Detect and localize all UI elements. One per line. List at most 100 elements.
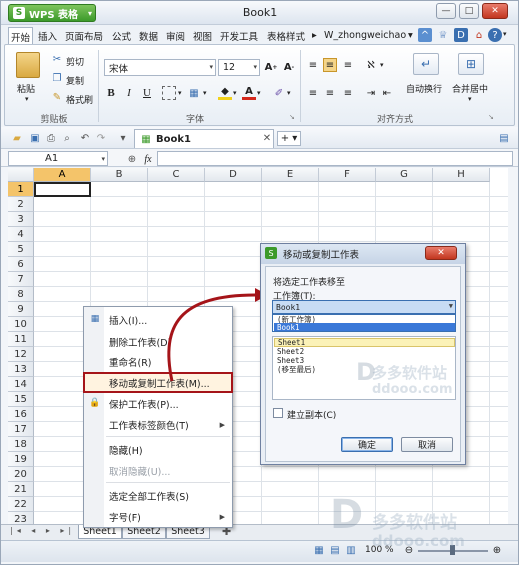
cut-button[interactable]: 剪切	[66, 55, 84, 68]
cancel-button[interactable]: 取消	[401, 437, 453, 452]
menu-item-hide[interactable]: 隐藏(H)	[85, 440, 231, 459]
row-header[interactable]: 2	[8, 197, 34, 212]
border-icon[interactable]	[162, 86, 176, 100]
wps-menu-button[interactable]: S WPS 表格 ▾	[8, 4, 96, 22]
help-dropdown-icon[interactable]: ▾	[503, 30, 507, 38]
border-dropdown-icon[interactable]: ▾	[178, 89, 182, 97]
tab-view[interactable]: 视图	[191, 27, 214, 44]
menu-item-font-size[interactable]: 字号(F) ▶	[85, 507, 231, 526]
row-header[interactable]: 7	[8, 272, 34, 287]
merge-center-button[interactable]: 合并居中	[452, 82, 488, 95]
user-name[interactable]: W_zhongweichao	[322, 27, 408, 44]
minimize-button[interactable]: —	[436, 3, 456, 19]
skin-icon[interactable]: ♕	[436, 28, 450, 42]
copy-button[interactable]: 复制	[66, 74, 84, 87]
wrap-text-button[interactable]: 自动换行	[406, 82, 442, 95]
user-dropdown-icon[interactable]: ▾	[406, 27, 415, 44]
list-item-sheet2[interactable]: Sheet2	[274, 347, 455, 356]
save-icon[interactable]: ▣	[28, 131, 42, 145]
scissors-icon[interactable]: ✂	[50, 52, 64, 66]
tab-developer[interactable]: 开发工具	[218, 27, 260, 44]
row-header[interactable]: 22	[8, 497, 34, 512]
tab-data[interactable]: 数据	[137, 27, 160, 44]
row-header[interactable]: 21	[8, 482, 34, 497]
more-tabs-icon[interactable]: ▸	[310, 27, 319, 44]
customize-quickbar-icon[interactable]: ▾	[116, 131, 130, 145]
cloud-icon[interactable]: D	[454, 28, 468, 42]
format-painter-button[interactable]: 格式刷	[66, 93, 93, 106]
format-painter-icon[interactable]: ✎	[50, 90, 64, 104]
align-center-icon[interactable]: ≡	[323, 86, 337, 100]
row-header[interactable]: 9	[8, 302, 34, 317]
align-left-icon[interactable]: ≡	[306, 86, 320, 100]
grow-font-icon[interactable]: A +	[264, 60, 278, 74]
tab-home[interactable]: 开始	[8, 27, 34, 45]
help-icon[interactable]: ?	[488, 28, 502, 42]
row-header[interactable]: 13	[8, 362, 34, 377]
sheet-nav-icon[interactable]: |◂ ◂ ▸ ▸|	[10, 526, 75, 535]
tab-insert[interactable]: 插入	[36, 27, 59, 44]
dialog-close-button[interactable]: ✕	[425, 246, 457, 260]
document-tab[interactable]: ▦ Book1	[134, 129, 274, 148]
page-break-icon[interactable]: ▥	[344, 543, 358, 557]
dropdown-option-book1[interactable]: Book1	[274, 323, 455, 332]
dialog-launcher-icon[interactable]: ↘	[289, 113, 295, 121]
outdent-icon[interactable]: ⇤	[380, 86, 394, 100]
dropdown-option-new-workbook[interactable]: (新工作簿)	[274, 315, 455, 324]
fill-dropdown-icon[interactable]: ▾	[233, 89, 237, 97]
column-header[interactable]: C	[148, 168, 205, 182]
menu-item-protect[interactable]: 🔒 保护工作表(P)...	[85, 394, 231, 413]
font-color-icon[interactable]: A	[242, 86, 256, 100]
direction-dropdown-icon[interactable]: ▾	[380, 61, 384, 69]
print-preview-icon[interactable]: ⌕	[60, 131, 74, 145]
row-header[interactable]: 18	[8, 437, 34, 452]
page-view-icon[interactable]: ▤	[328, 543, 342, 557]
collapse-ribbon-icon[interactable]: ^	[418, 28, 432, 42]
text-direction-icon[interactable]: ℵ	[364, 58, 378, 72]
tab-review[interactable]: 审阅	[164, 27, 187, 44]
menu-item-tab-color[interactable]: 工作表标签颜色(T) ▶	[85, 415, 231, 434]
row-header[interactable]: 16	[8, 407, 34, 422]
copy-icon[interactable]: ❐	[50, 71, 64, 85]
maximize-button[interactable]: □	[459, 3, 479, 19]
row-header[interactable]: 1	[8, 182, 34, 197]
active-cell[interactable]	[34, 182, 91, 197]
paste-label[interactable]: 粘贴	[17, 82, 35, 95]
undo-icon[interactable]: ↶	[78, 131, 92, 145]
zoom-icon[interactable]: ⊕	[125, 152, 139, 166]
font-name-select[interactable]: 宋体 ▾	[104, 59, 216, 76]
row-header[interactable]: 11	[8, 332, 34, 347]
row-header[interactable]: 19	[8, 452, 34, 467]
tab-list-icon[interactable]: ▤	[497, 131, 511, 145]
paste-dropdown-icon[interactable]: ▾	[25, 95, 29, 103]
workbook-select[interactable]: Book1 ▼	[272, 300, 456, 314]
tab-page-layout[interactable]: 页面布局	[63, 27, 105, 44]
row-header[interactable]: 12	[8, 347, 34, 362]
name-box[interactable]: A1 ▾	[8, 151, 108, 166]
column-header[interactable]: A	[34, 168, 91, 182]
open-folder-icon[interactable]: ▰	[10, 131, 24, 145]
column-header[interactable]: E	[262, 168, 319, 182]
merge-center-icon[interactable]: ⊞	[458, 53, 484, 75]
home-icon[interactable]: ⌂	[472, 28, 486, 42]
close-window-button[interactable]: ✕	[482, 3, 508, 19]
align-middle-icon[interactable]: ≡	[323, 58, 337, 72]
function-icon[interactable]: fx	[141, 152, 155, 166]
align-bottom-icon[interactable]: ≡	[341, 58, 355, 72]
row-header[interactable]: 5	[8, 242, 34, 257]
normal-view-icon[interactable]: ▦	[312, 543, 326, 557]
row-header[interactable]: 23	[8, 512, 34, 524]
clear-dropdown-icon[interactable]: ▾	[287, 89, 291, 97]
row-header[interactable]: 3	[8, 212, 34, 227]
cell-style-icon[interactable]: ▦	[187, 86, 201, 100]
fill-color-icon[interactable]: ◆	[218, 86, 232, 100]
align-top-icon[interactable]: ≡	[306, 58, 320, 72]
row-header[interactable]: 14	[8, 377, 34, 392]
column-header[interactable]: F	[319, 168, 376, 182]
new-tab-button[interactable]: + ▾	[277, 131, 301, 146]
row-header[interactable]: 17	[8, 422, 34, 437]
row-header[interactable]: 6	[8, 257, 34, 272]
indent-icon[interactable]: ⇥	[364, 86, 378, 100]
row-header[interactable]: 20	[8, 467, 34, 482]
print-icon[interactable]: ⎙	[44, 131, 58, 145]
